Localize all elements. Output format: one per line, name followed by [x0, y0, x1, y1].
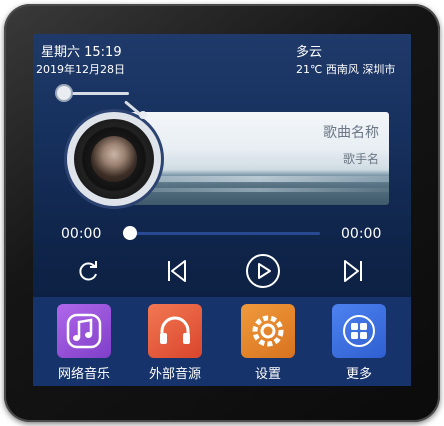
app-label: 更多 — [345, 367, 372, 382]
sea-wave — [129, 188, 389, 192]
previous-icon — [168, 260, 186, 282]
current-time: 00:00 — [61, 226, 102, 242]
date: 2019年12月28日 — [36, 63, 125, 76]
tonearm-pivot — [57, 86, 71, 100]
progress-track[interactable] — [130, 232, 320, 235]
status-bar: 星期六 15:19 2019年12月28日 多云 21℃ 西南风 深圳市 — [33, 34, 411, 86]
tonearm-tip — [139, 111, 147, 119]
grid-icon — [332, 304, 386, 358]
next-button[interactable] — [340, 258, 366, 284]
headphones-icon — [148, 304, 202, 358]
app-more[interactable]: 更多 — [319, 304, 399, 382]
app-dock: 网络音乐 外部音源 设置 更多 — [33, 297, 411, 386]
app-label: 设置 — [254, 367, 281, 382]
next-icon — [344, 260, 362, 282]
song-artist: 歌手名 — [342, 152, 379, 166]
weather-detail: 21℃ 西南风 深圳市 — [296, 63, 396, 76]
weather-condition: 多云 — [296, 45, 323, 60]
album-cover — [91, 136, 137, 182]
gear-icon — [241, 304, 295, 358]
app-settings[interactable]: 设置 — [228, 304, 308, 382]
app-external-source[interactable]: 外部音源 — [135, 304, 215, 382]
tonearm — [71, 92, 129, 95]
sea-wave — [129, 176, 389, 182]
device-screen: 星期六 15:19 2019年12月28日 多云 21℃ 西南风 深圳市 歌曲名… — [33, 34, 411, 386]
now-playing-banner[interactable]: 歌曲名称 歌手名 — [129, 112, 389, 205]
repeat-button[interactable] — [75, 258, 101, 284]
play-icon — [246, 254, 280, 288]
app-online-music[interactable]: 网络音乐 — [44, 304, 124, 382]
song-title: 歌曲名称 — [323, 125, 379, 141]
app-label: 外部音源 — [148, 367, 201, 382]
total-time: 00:00 — [341, 226, 382, 242]
music-note-icon — [57, 304, 111, 358]
repeat-icon — [79, 261, 97, 281]
weekday-time: 星期六 15:19 — [41, 45, 122, 60]
play-button[interactable] — [245, 253, 281, 289]
app-label: 网络音乐 — [57, 367, 110, 382]
progress-thumb[interactable] — [123, 226, 137, 240]
previous-button[interactable] — [164, 258, 190, 284]
